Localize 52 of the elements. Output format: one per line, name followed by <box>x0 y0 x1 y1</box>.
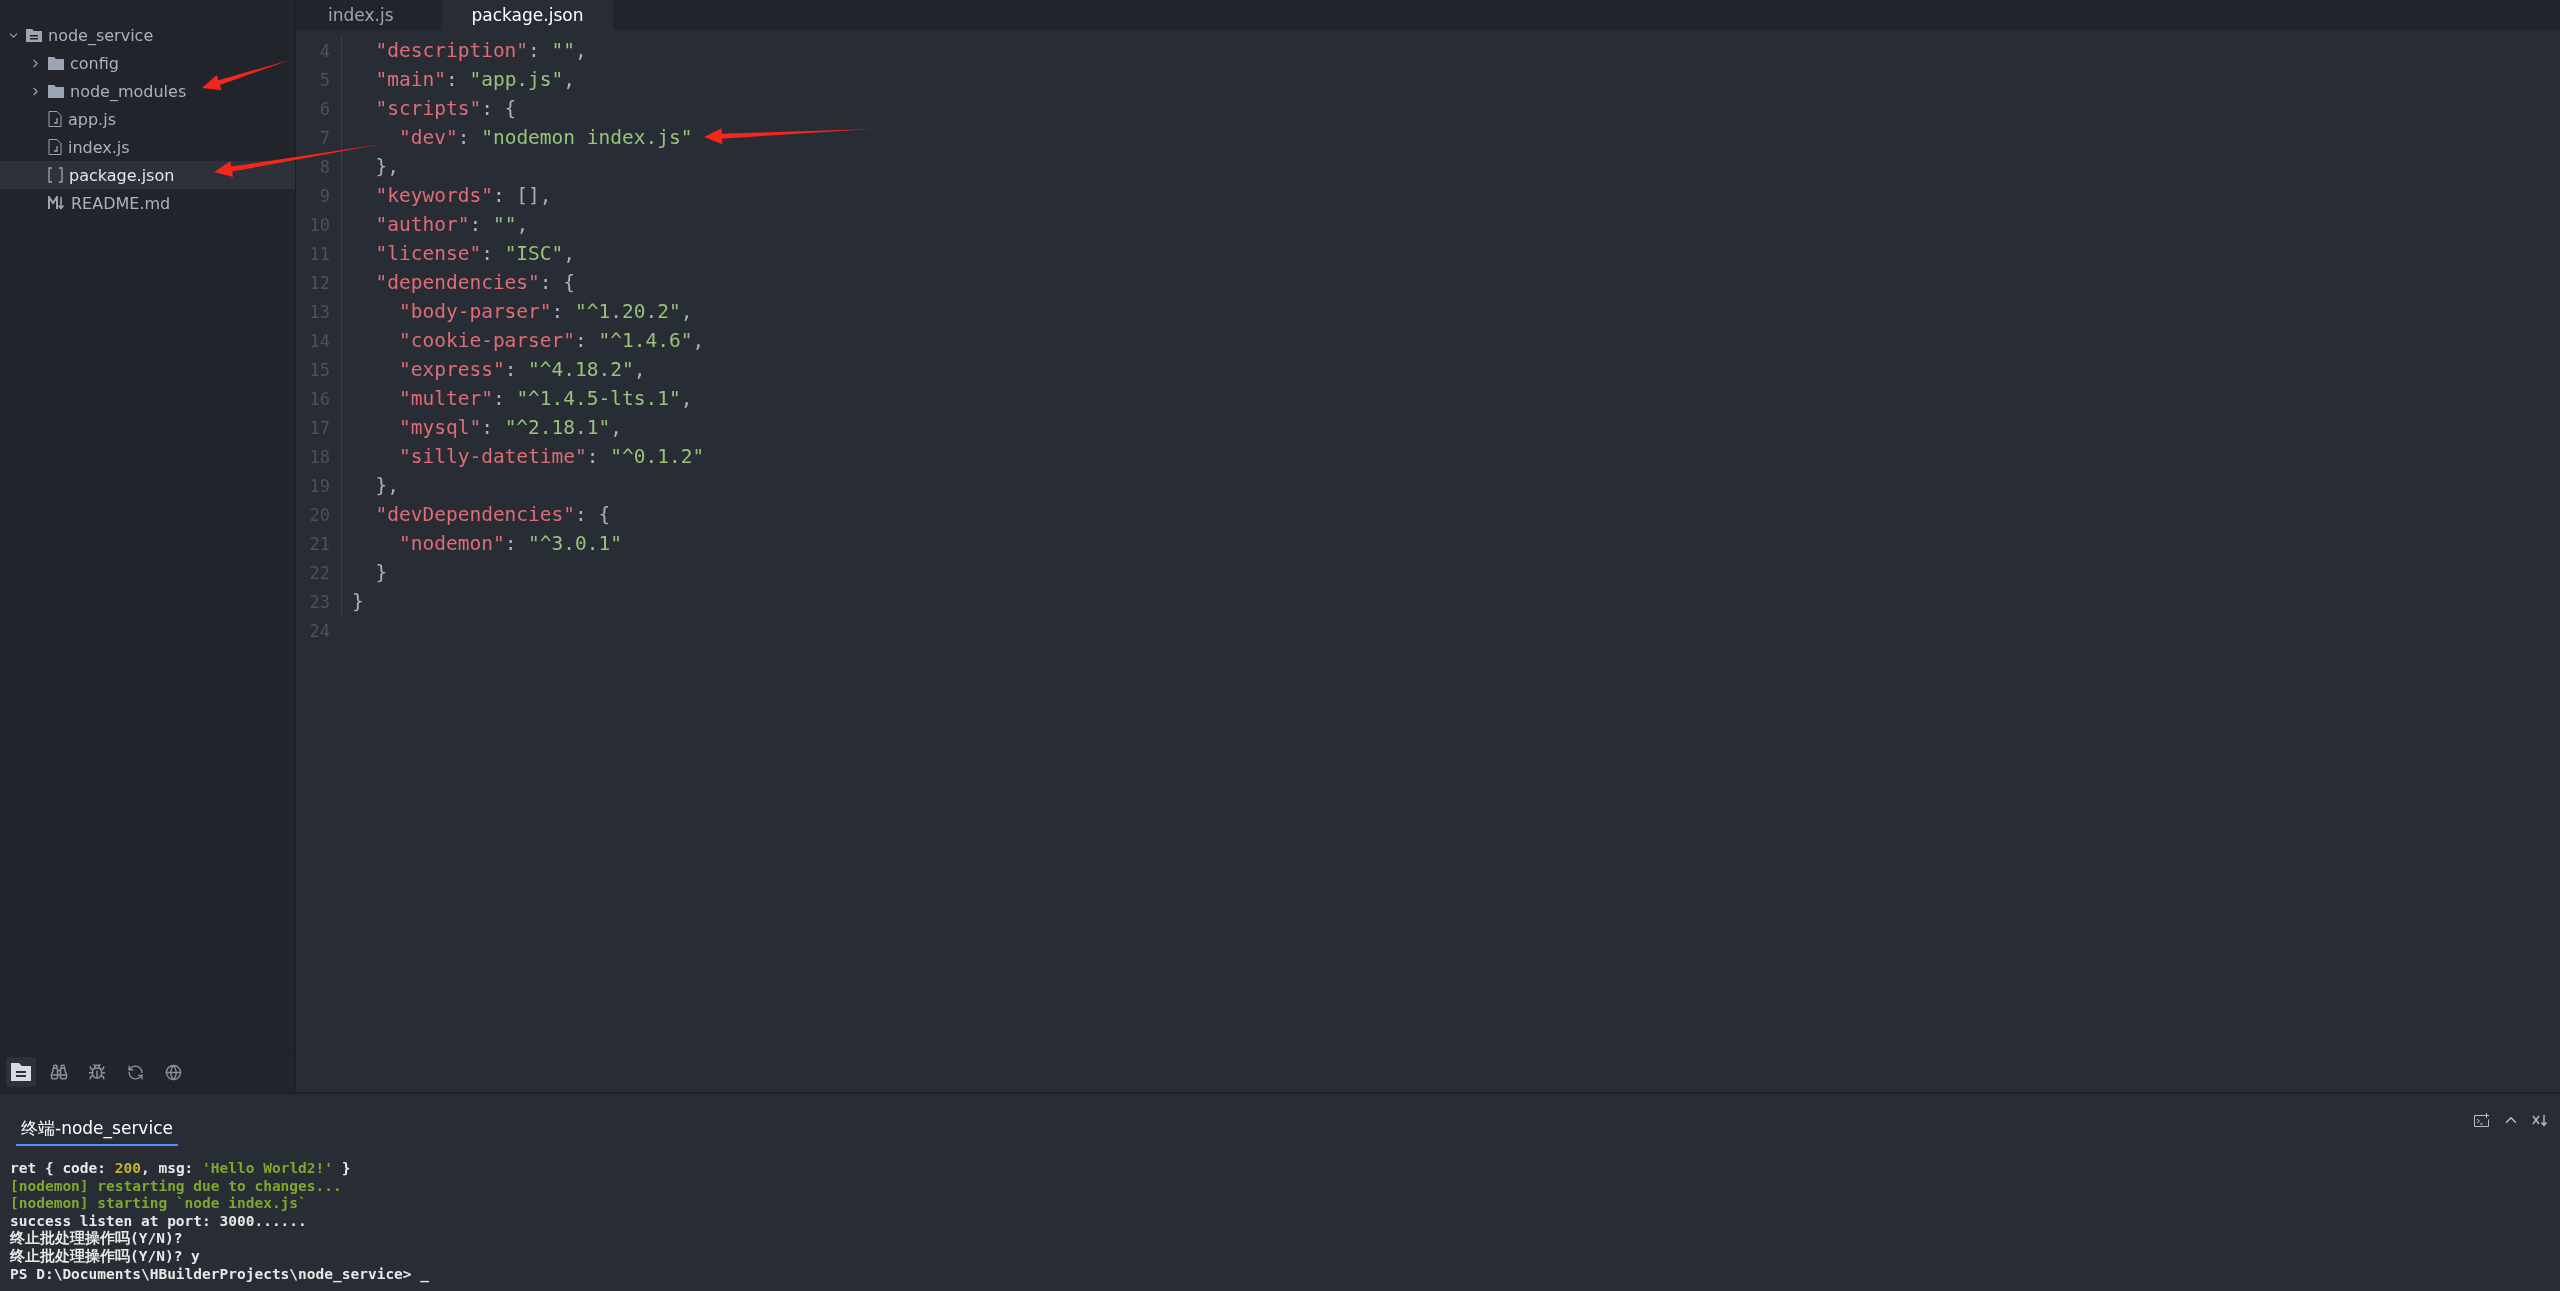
tree-item[interactable]: config <box>0 49 295 77</box>
tree-item[interactable]: node_service <box>0 21 295 49</box>
new-terminal-button[interactable] <box>2474 1111 2490 1129</box>
folder-icon <box>48 56 64 70</box>
terminal-line: 终止批处理操作吗(Y/N)? y <box>10 1247 201 1266</box>
terminal-icon <box>2474 1113 2490 1127</box>
file-icon <box>48 111 62 127</box>
bug-icon <box>88 1063 106 1081</box>
code-line: "body-parser": "^1.20.2", <box>397 300 693 323</box>
code-line: "license": "ISC", <box>374 242 576 265</box>
terminal-line: ret { code: 200, msg: 'Hello World2!' } <box>10 1160 352 1178</box>
code-line: }, <box>374 474 399 497</box>
code-line: "keywords": [], <box>374 184 552 207</box>
globe-icon <box>164 1063 182 1081</box>
code-line: "dependencies": { <box>374 271 576 294</box>
code-line: }, <box>374 155 399 178</box>
code-line: "scripts": { <box>374 97 517 120</box>
terminal-tab[interactable]: 终端-node_service <box>16 1117 178 1146</box>
project-icon <box>26 28 42 42</box>
code-line: "express": "^4.18.2", <box>397 358 646 381</box>
panel-tab[interactable] <box>6 1057 36 1087</box>
close-down-icon <box>2532 1113 2548 1127</box>
editor-tab[interactable]: package.json <box>441 0 614 30</box>
code-line: "main": "app.js", <box>374 68 576 91</box>
code-line: } <box>352 590 364 613</box>
code-line: "dev": "nodemon index.js" <box>397 126 693 149</box>
terminal-line: [nodemon] starting `node index.js` <box>10 1195 308 1213</box>
brackets-icon <box>48 167 63 183</box>
terminal-line: PS D:\Documents\HBuilderProjects\node_service> _ <box>10 1265 431 1284</box>
terminal-line: success listen at port: 3000...... <box>10 1212 308 1230</box>
folder-icon <box>48 84 64 98</box>
code-line: "description": "", <box>374 39 587 62</box>
code-line: "nodemon": "^3.0.1" <box>397 532 623 555</box>
tree-item[interactable]: package.json <box>0 161 295 189</box>
terminal-line: [nodemon] restarting due to changes... <box>10 1177 343 1196</box>
markdown-icon <box>48 196 65 210</box>
code-line: "devDependencies": { <box>374 503 611 526</box>
cycle-icon <box>126 1063 144 1081</box>
code-line: "multer": "^1.4.5-lts.1", <box>397 387 693 410</box>
tree-item[interactable]: README.md <box>0 189 295 217</box>
code-line: "mysql": "^2.18.1", <box>397 416 623 439</box>
tree-item[interactable]: index.js <box>0 133 295 161</box>
code-line: } <box>374 561 388 584</box>
binoculars-icon <box>50 1063 68 1081</box>
terminal-line: 终止批处理操作吗(Y/N)? <box>10 1230 184 1248</box>
tree-item[interactable]: node_modules <box>0 77 295 105</box>
code-line: "cookie-parser": "^1.4.6", <box>397 329 705 352</box>
code-line: "author": "", <box>374 213 529 236</box>
file-list-icon <box>11 1063 31 1081</box>
code-line: "silly-datetime": "^0.1.2" <box>397 445 705 468</box>
file-icon <box>48 139 62 155</box>
tree-item[interactable]: app.js <box>0 105 295 133</box>
